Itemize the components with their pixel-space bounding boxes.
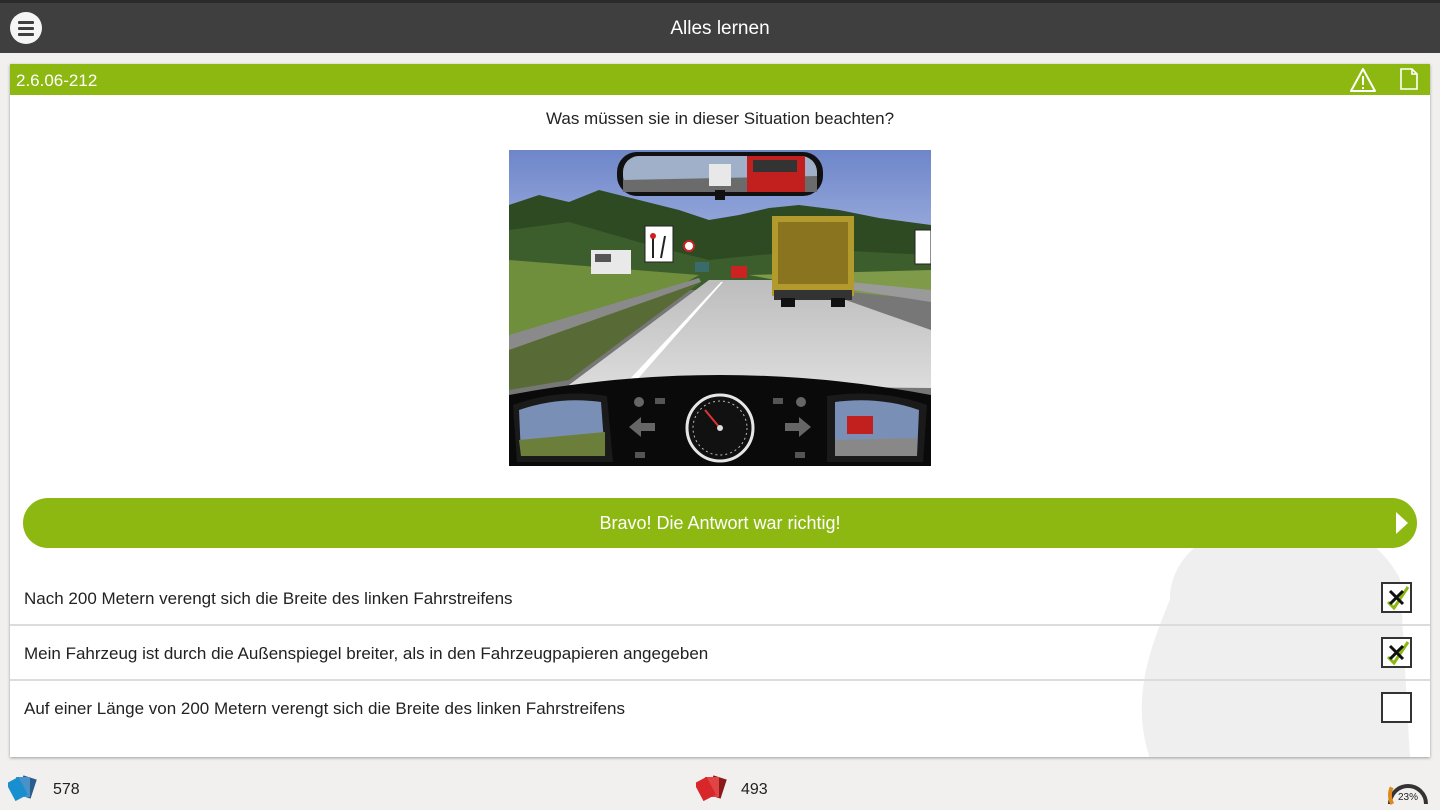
top-bar: Alles lernen <box>0 0 1440 53</box>
question-card: 2.6.06-212 Was müssen sie in dieser Situ… <box>10 64 1430 757</box>
progress-gauge-icon: 23% <box>1388 784 1428 805</box>
answer-option-2[interactable]: Mein Fahrzeug ist durch die Außenspiegel… <box>10 626 1430 681</box>
checked-x-icon <box>1386 641 1410 666</box>
warning-triangle-icon[interactable] <box>1349 67 1377 98</box>
checked-x-icon <box>1386 586 1410 611</box>
feedback-text: Bravo! Die Antwort war richtig! <box>599 513 841 533</box>
page-title: Alles lernen <box>670 18 770 39</box>
traffic-scene-image <box>509 150 931 466</box>
answer-option-1[interactable]: Nach 200 Metern verengt sich die Breite … <box>10 571 1430 626</box>
blue-cards-icon <box>6 775 46 806</box>
question-text: Was müssen sie in dieser Situation beach… <box>545 109 895 128</box>
feedback-next-button[interactable]: Bravo! Die Antwort war richtig! <box>23 498 1417 548</box>
answer-text: Nach 200 Metern verengt sich die Breite … <box>24 589 513 608</box>
answer-text: Auf einer Länge von 200 Metern verengt s… <box>24 699 626 718</box>
question-id: 2.6.06-212 <box>16 71 98 90</box>
answer-checkbox-2[interactable] <box>1381 637 1412 668</box>
answer-checkbox-1[interactable] <box>1381 582 1412 613</box>
answer-option-3[interactable]: Auf einer Länge von 200 Metern verengt s… <box>10 681 1430 736</box>
blue-cards-count: 578 <box>53 781 80 798</box>
progress-percent: 23% <box>1398 792 1418 803</box>
red-cards-icon <box>694 775 734 806</box>
answer-checkbox-3[interactable] <box>1381 692 1412 723</box>
chevron-right-icon <box>1396 512 1408 539</box>
answer-text: Mein Fahrzeug ist durch die Außenspiegel… <box>24 644 709 663</box>
question-header: 2.6.06-212 <box>10 64 1430 95</box>
progress-gauge[interactable]: 23% <box>1386 768 1430 810</box>
bottom-status-bar: 578 493 23% <box>0 768 1440 810</box>
document-icon[interactable] <box>1398 67 1420 96</box>
red-cards-count: 493 <box>741 781 768 798</box>
